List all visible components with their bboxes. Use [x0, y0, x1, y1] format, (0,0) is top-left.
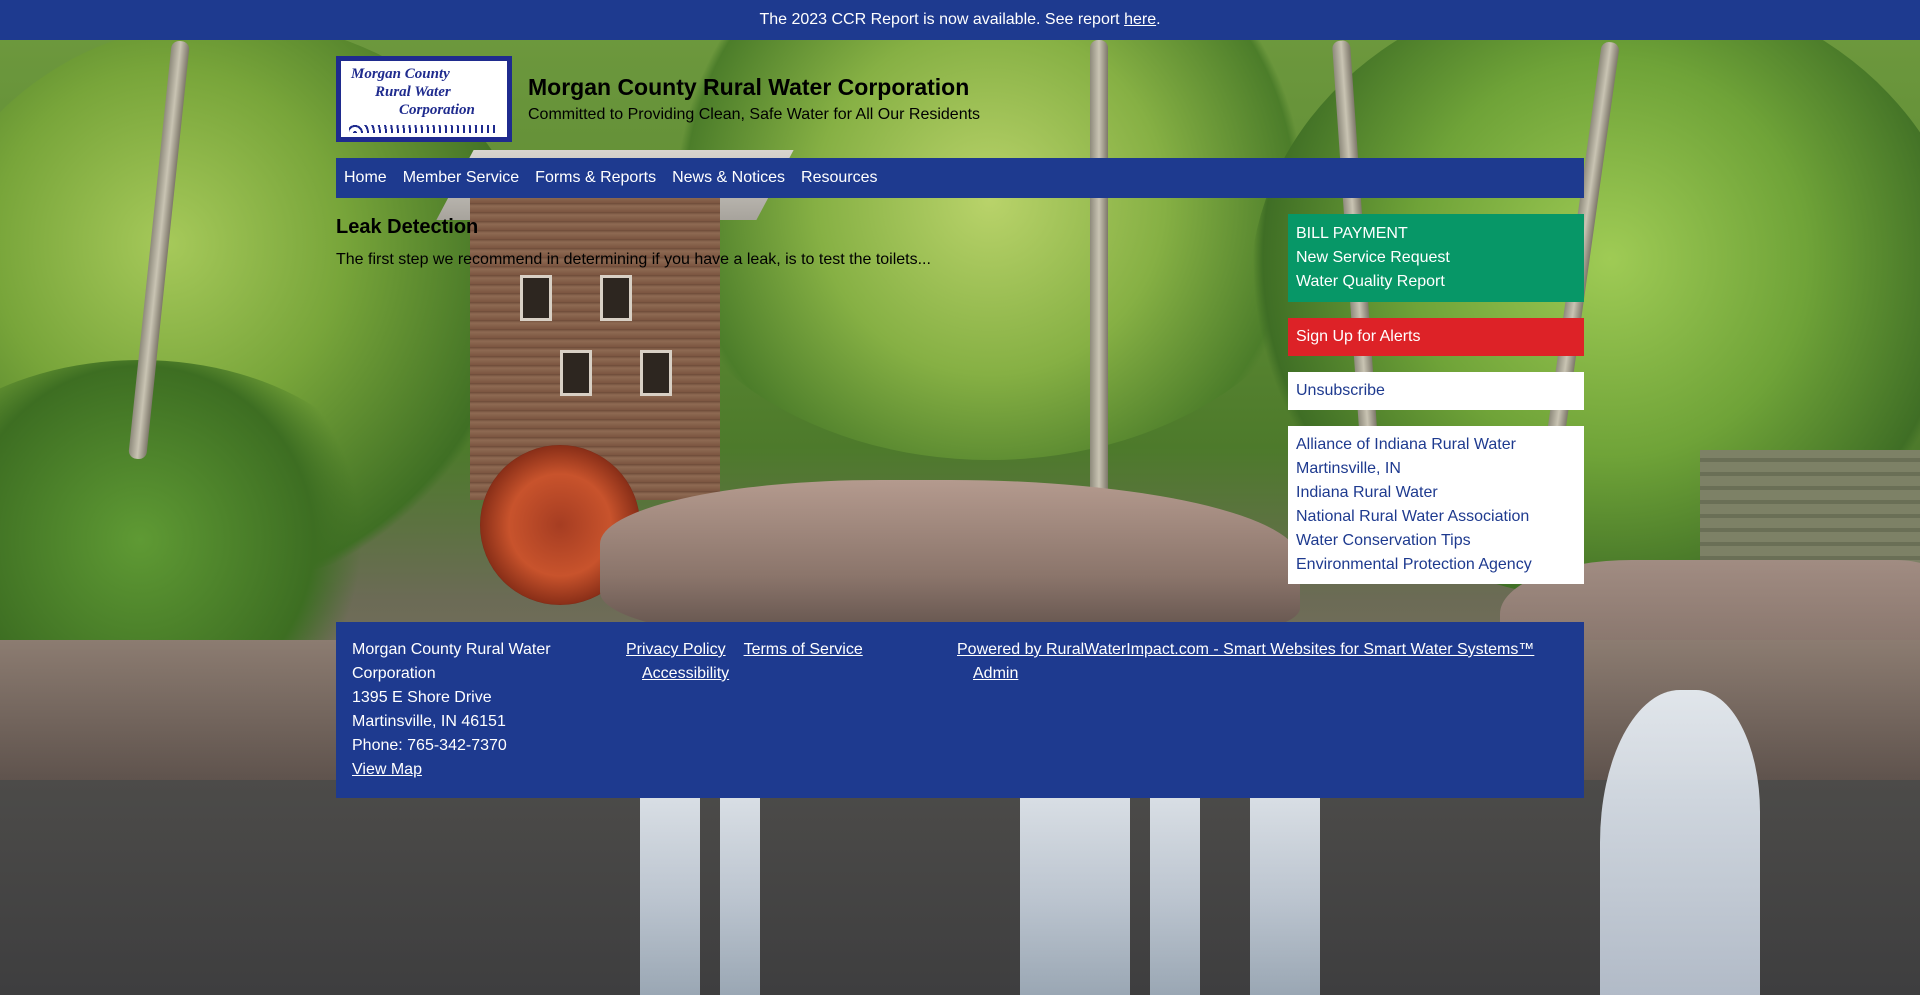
nav-home[interactable]: Home — [344, 169, 387, 187]
bill-payment-link[interactable]: BILL PAYMENT — [1296, 222, 1576, 246]
site-title: Morgan County Rural Water Corporation — [528, 74, 970, 100]
content-row: Leak Detection The first step we recomme… — [336, 198, 1584, 622]
admin-link[interactable]: Admin — [973, 665, 1018, 682]
site-logo[interactable]: Morgan County Rural Water Corporation — [336, 56, 512, 142]
footer-address-line1: 1395 E Shore Drive — [352, 689, 492, 706]
footer-address-line2: Martinsville, IN 46151 — [352, 713, 506, 730]
logo-badge: Morgan County Rural Water Corporation — [341, 61, 507, 137]
unsubscribe-link[interactable]: Unsubscribe — [1296, 379, 1576, 403]
resource-link[interactable]: Martinsville, IN — [1296, 457, 1576, 481]
announcement-suffix: . — [1156, 11, 1161, 28]
footer-credits: Powered by RuralWaterImpact.com - Smart … — [957, 638, 1577, 686]
powered-by-link[interactable]: Powered by RuralWaterImpact.com - Smart … — [957, 641, 1534, 658]
unsubscribe-box: Unsubscribe — [1288, 372, 1584, 410]
sidebar: BILL PAYMENT New Service Request Water Q… — [1288, 214, 1584, 600]
sign-up-alerts-link[interactable]: Sign Up for Alerts — [1296, 325, 1576, 349]
nav-member-service[interactable]: Member Service — [403, 169, 519, 187]
page-body-text: The first step we recommend in determini… — [336, 251, 931, 268]
logo-line-2: Rural Water — [375, 84, 451, 100]
alerts-box: Sign Up for Alerts — [1288, 318, 1584, 356]
resource-link[interactable]: Environmental Protection Agency — [1296, 553, 1576, 577]
resource-link[interactable]: Indiana Rural Water — [1296, 481, 1576, 505]
logo-wave-icon — [349, 125, 499, 133]
view-map-link[interactable]: View Map — [352, 761, 422, 778]
resource-link[interactable]: National Rural Water Association — [1296, 505, 1576, 529]
resource-links-box: Alliance of Indiana Rural Water Martinsv… — [1288, 426, 1584, 584]
main-nav: Home Member Service Forms & Reports News… — [336, 158, 1584, 198]
page-container: Morgan County Rural Water Corporation Mo… — [336, 40, 1584, 798]
footer-contact: Morgan County Rural Water Corporation 13… — [352, 638, 582, 782]
announcement-text: The 2023 CCR Report is now available. Se… — [759, 11, 1125, 28]
nav-forms-reports[interactable]: Forms & Reports — [535, 169, 656, 187]
logo-line-3: Corporation — [399, 102, 475, 118]
page-title: Leak Detection — [336, 216, 479, 238]
new-service-request-link[interactable]: New Service Request — [1296, 246, 1576, 270]
site-footer: Morgan County Rural Water Corporation 13… — [336, 622, 1584, 798]
logo-line-1: Morgan County — [351, 66, 450, 82]
terms-of-service-link[interactable]: Terms of Service — [744, 641, 863, 658]
footer-org-name: Morgan County Rural Water Corporation — [352, 641, 551, 682]
quick-links-box: BILL PAYMENT New Service Request Water Q… — [1288, 214, 1584, 302]
water-quality-report-link[interactable]: Water Quality Report — [1296, 270, 1576, 294]
accessibility-link[interactable]: Accessibility — [642, 665, 729, 682]
privacy-policy-link[interactable]: Privacy Policy — [626, 641, 726, 658]
site-header: Morgan County Rural Water Corporation Mo… — [336, 40, 1584, 158]
nav-resources[interactable]: Resources — [801, 169, 877, 187]
footer-legal: Privacy Policy Terms of Service Accessibi… — [626, 638, 886, 686]
main-content: Leak Detection The first step we recomme… — [336, 216, 1236, 269]
announcement-bar: The 2023 CCR Report is now available. Se… — [0, 0, 1920, 40]
resource-link[interactable]: Alliance of Indiana Rural Water — [1296, 433, 1576, 457]
nav-news-notices[interactable]: News & Notices — [672, 169, 785, 187]
resource-link[interactable]: Water Conservation Tips — [1296, 529, 1576, 553]
site-tagline: Committed to Providing Clean, Safe Water… — [528, 106, 981, 123]
announcement-link[interactable]: here — [1124, 11, 1156, 28]
footer-phone: Phone: 765-342-7370 — [352, 737, 507, 754]
